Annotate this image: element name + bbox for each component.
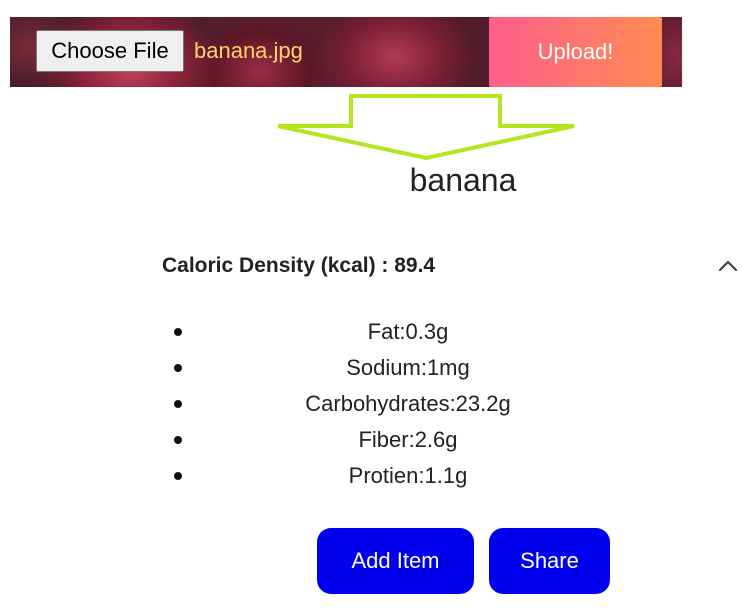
add-item-button[interactable]: Add Item: [317, 528, 474, 594]
chevron-up-icon[interactable]: [716, 254, 740, 278]
bullet-icon: [174, 328, 182, 336]
list-item: Carbohydrates:23.2g: [174, 388, 614, 424]
bullet-icon: [174, 472, 182, 480]
bullet-icon: [174, 364, 182, 372]
nutrient-label: Carbohydrates:23.2g: [305, 391, 511, 416]
upload-button[interactable]: Upload!: [489, 17, 662, 87]
bullet-icon: [174, 436, 182, 444]
bullet-icon: [174, 400, 182, 408]
list-item: Protien:1.1g: [174, 460, 614, 496]
nutrient-label: Sodium:1mg: [346, 355, 470, 380]
list-item: Sodium:1mg: [174, 352, 614, 388]
choose-file-button[interactable]: Choose File: [36, 30, 184, 72]
down-arrow-icon: [277, 94, 575, 161]
nutrient-label: Fat:0.3g: [367, 319, 449, 344]
list-item: Fiber:2.6g: [174, 424, 614, 460]
nutrient-label: Protien:1.1g: [348, 463, 468, 488]
upload-banner: Choose File banana.jpg Upload!: [10, 17, 682, 87]
nutrient-label: Fiber:2.6g: [358, 427, 458, 452]
caloric-density-text: Caloric Density (kcal) : 89.4: [162, 254, 436, 277]
food-name-heading: banana: [409, 162, 517, 198]
nutrient-list: Fat:0.3g Sodium:1mg Carbohydrates:23.2g …: [174, 316, 614, 496]
share-button[interactable]: Share: [489, 528, 610, 594]
list-item: Fat:0.3g: [174, 316, 614, 352]
selected-file-name: banana.jpg: [194, 38, 303, 63]
